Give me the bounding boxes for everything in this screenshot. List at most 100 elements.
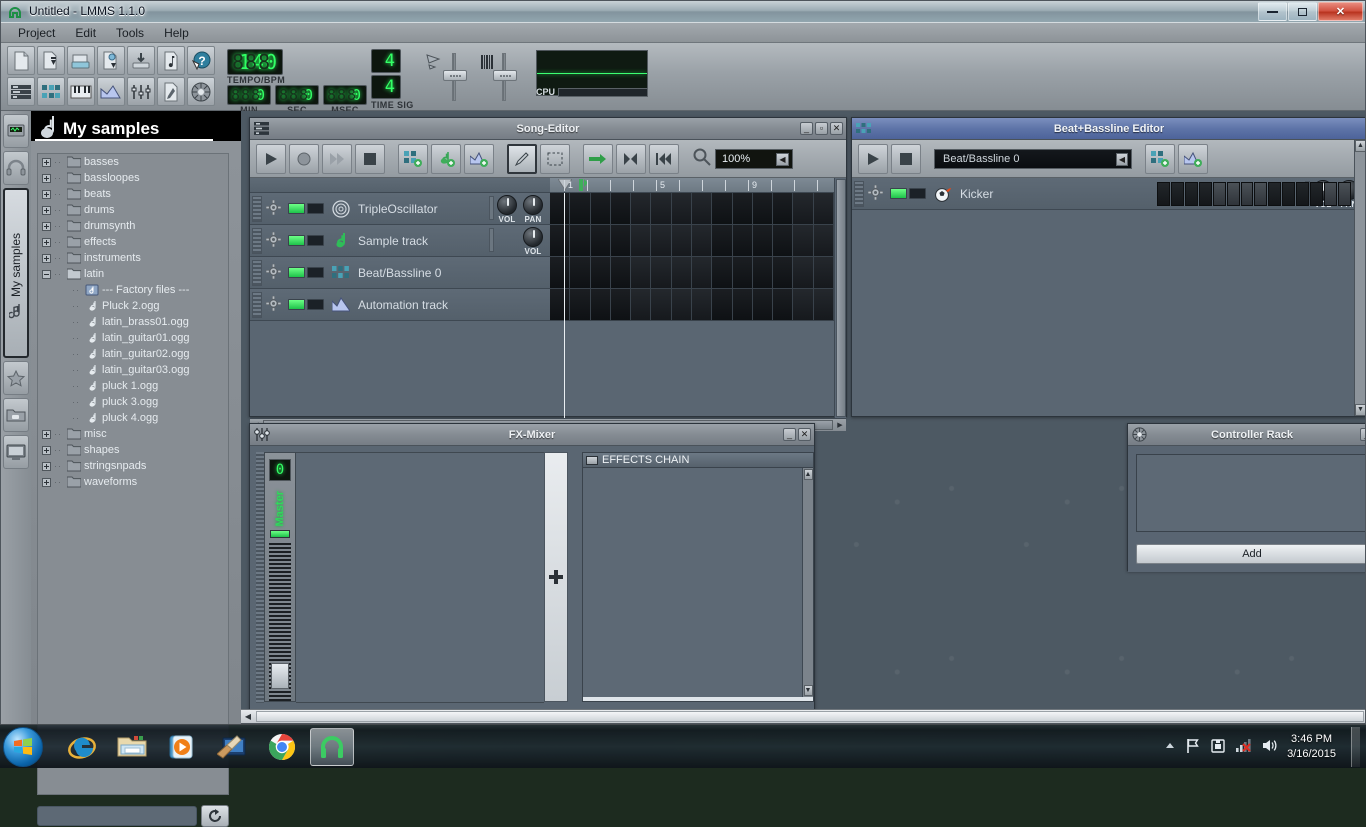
timeline-ruler[interactable]: 1591317 [550,178,834,193]
tree-folder-drums[interactable]: ··drums [38,202,228,218]
step-cell[interactable] [1241,182,1254,206]
pattern-cell[interactable] [793,193,813,224]
song-editor-vscrollbar[interactable] [834,178,846,418]
fx-channel-mute-led[interactable] [270,530,290,538]
fx-mixer-titlebar[interactable]: FX-Mixer _ ✕ [250,424,814,446]
pattern-cell[interactable] [814,257,834,288]
song-editor-minimize[interactable]: _ [800,122,813,135]
knob-dial[interactable] [523,195,543,215]
pattern-cell[interactable] [550,225,570,256]
tree-item-latin_guitar03.ogg[interactable]: ··latin_guitar03.ogg [38,362,228,378]
tree-folder-latin[interactable]: ··latin [38,266,228,282]
pattern-cell[interactable] [773,257,793,288]
tree-folder-shapes[interactable]: ··shapes [38,442,228,458]
pattern-cell[interactable] [733,257,753,288]
jump-to-end-button[interactable] [616,144,646,174]
step-cell[interactable] [1282,182,1295,206]
pattern-cell[interactable] [733,289,753,320]
song-editor-pattern-grid[interactable] [550,193,834,321]
track-mute-solo-leds[interactable] [288,203,324,214]
tree-item-pluck 3.ogg[interactable]: ··pluck 3.ogg [38,394,228,410]
pattern-cell[interactable] [692,257,712,288]
pattern-cell[interactable] [672,289,692,320]
tree-folder-drumsynth[interactable]: ··drumsynth [38,218,228,234]
controller-rack-titlebar[interactable]: Controller Rack _ [1128,424,1365,446]
workspace-scroll-left-icon[interactable]: ◀ [241,712,255,721]
tree-item---- Factory files ---[interactable]: ··--- Factory files --- [38,282,228,298]
tree-expander[interactable] [42,430,51,439]
file-tree[interactable]: ··basses··bassloopes··beats··drums··drum… [37,153,229,795]
pattern-cell[interactable] [793,257,813,288]
add-sample-track-button[interactable] [431,144,461,174]
pattern-cell[interactable] [753,257,773,288]
pattern-cell[interactable] [773,193,793,224]
show-desktop-button[interactable] [1351,727,1360,767]
whatsthis-button[interactable]: ? [187,46,215,75]
tree-item-pluck 4.ogg[interactable]: ··pluck 4.ogg [38,410,228,426]
reload-button[interactable] [201,805,229,827]
pattern-cell[interactable] [631,289,651,320]
step-cell[interactable] [1296,182,1309,206]
tree-folder-misc[interactable]: ··misc [38,426,228,442]
tree-item-latin_guitar02.ogg[interactable]: ··latin_guitar02.ogg [38,346,228,362]
track-drag-handle[interactable] [252,260,262,286]
taskbar-clock[interactable]: 3:46 PM 3/16/2015 [1287,732,1336,762]
step-cell[interactable] [1199,182,1212,206]
tree-folder-stringsnpads[interactable]: ··stringsnpads [38,458,228,474]
track-settings-gear-icon[interactable] [868,185,884,203]
step-cell[interactable] [1254,182,1267,206]
tree-expander[interactable] [42,254,51,263]
step-cell[interactable] [1227,182,1240,206]
pattern-cell[interactable] [712,225,732,256]
knob-dial[interactable] [523,227,543,247]
pattern-cell[interactable] [591,193,611,224]
pattern-cell[interactable] [672,225,692,256]
pattern-row[interactable] [550,289,834,321]
pattern-cell[interactable] [651,257,671,288]
zoom-arrow-icon[interactable]: ◀ [776,153,789,166]
taskbar-media-player[interactable] [160,728,204,766]
sidebar-tab-my-presets[interactable] [3,151,29,185]
bb-add-beat-bassline-button[interactable] [1145,144,1175,174]
tree-expander[interactable] [42,206,51,215]
track-drag-handle[interactable] [252,292,262,318]
fx-mixer-button[interactable] [127,77,155,106]
effects-chain-header[interactable]: EFFECTS CHAIN [583,453,813,468]
track-drag-handle[interactable] [252,228,262,254]
pattern-cell[interactable] [753,193,773,224]
step-cell[interactable] [1310,182,1323,206]
tray-action-center[interactable] [1185,738,1201,757]
pattern-cell[interactable] [733,225,753,256]
step-cell[interactable] [1171,182,1184,206]
step-cell[interactable] [1213,182,1226,206]
sidebar-tab-my-favorites[interactable] [3,361,29,395]
play-button[interactable] [256,144,286,174]
pattern-cell[interactable] [631,193,651,224]
select-mode-button[interactable] [540,144,570,174]
track-row[interactable]: Automation track [250,289,550,321]
search-input[interactable] [37,806,197,826]
track-drag-handle[interactable] [252,196,262,222]
new-project-button[interactable] [7,46,35,75]
start-button[interactable] [3,727,43,767]
add-automation-track-button[interactable] [464,144,494,174]
pattern-cell[interactable] [591,289,611,320]
effects-chain-toggle[interactable] [586,456,598,465]
pattern-cell[interactable] [773,289,793,320]
taskbar-chrome[interactable] [260,728,304,766]
piano-roll-button[interactable] [67,77,95,106]
loop-points-button[interactable] [583,144,613,174]
song-editor-titlebar[interactable]: Song-Editor _ ▫ ✕ [250,118,846,140]
record-button[interactable] [289,144,319,174]
pattern-cell[interactable] [793,225,813,256]
workspace-hscroll-thumb[interactable] [256,711,1364,722]
sidebar-tab-my-samples[interactable]: My samples [3,188,29,358]
pattern-cell[interactable] [570,225,590,256]
tree-expander[interactable] [42,158,51,167]
controller-list[interactable] [1136,454,1365,532]
scroll-right-arrow-icon[interactable]: ▶ [834,421,846,429]
add-controller-button[interactable]: Add [1136,544,1365,564]
track-mute-solo-leds[interactable] [890,188,926,199]
import-midi-button[interactable] [157,46,185,75]
tray-removable-media[interactable] [1210,738,1226,757]
